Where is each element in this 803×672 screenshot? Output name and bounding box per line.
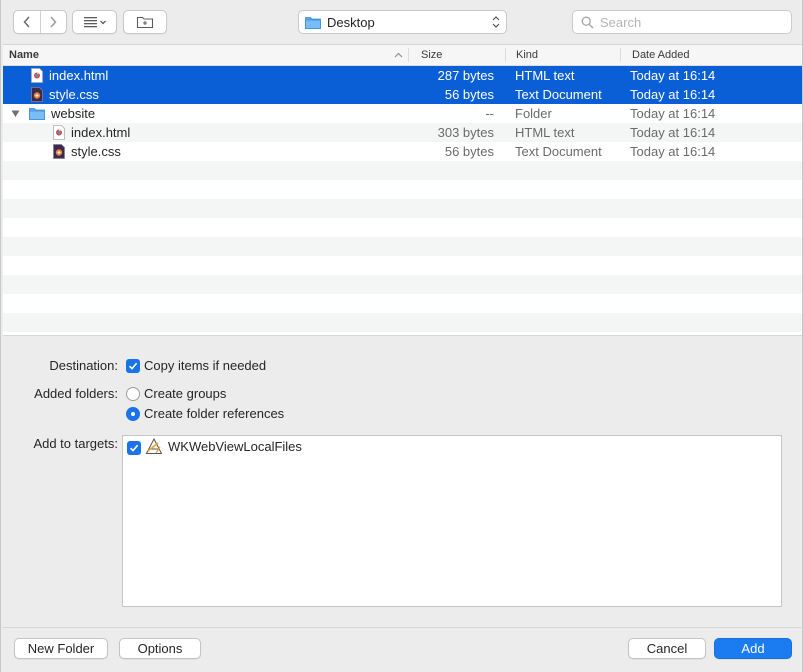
file-size: -- [485, 106, 494, 121]
file-date: Today at 16:14 [630, 144, 716, 159]
folder-icon [29, 106, 45, 121]
column-separator [620, 48, 621, 62]
kind-column-header[interactable]: Kind [516, 45, 538, 65]
sort-ascending-icon [394, 52, 403, 58]
add-to-targets-label: Add to targets: [33, 436, 118, 451]
chevron-updown-icon [492, 16, 500, 28]
search-placeholder: Search [600, 14, 642, 30]
checkmark-icon [128, 362, 138, 370]
file-name: index.html [49, 68, 109, 83]
file-size: 287 bytes [437, 68, 494, 83]
target-checkbox[interactable] [127, 441, 141, 455]
file-date: Today at 16:14 [630, 125, 716, 140]
empty-row [3, 161, 802, 180]
add-button[interactable]: Add [714, 638, 792, 659]
added-folders-label: Added folders: [34, 386, 118, 401]
file-row[interactable]: index.html 303 bytes HTML text Today at … [3, 123, 802, 142]
empty-row [3, 294, 802, 313]
folder-icon [305, 16, 321, 29]
file-row[interactable]: style.css 56 bytes Text Document Today a… [3, 85, 802, 104]
create-folder-references-radio[interactable] [126, 407, 140, 421]
checkmark-icon [129, 444, 139, 452]
chevron-right-icon [50, 16, 57, 28]
html-file-icon [53, 125, 65, 140]
file-rows: index.html 287 bytes HTML text Today at … [3, 66, 802, 335]
name-column-header[interactable]: Name [9, 45, 39, 65]
empty-row [3, 332, 802, 335]
column-header: Name Size Kind Date Added [3, 45, 802, 66]
file-date: Today at 16:14 [630, 68, 716, 83]
search-field[interactable]: Search [572, 10, 792, 34]
file-date: Today at 16:14 [630, 106, 716, 121]
targets-list: WKWebViewLocalFiles [122, 435, 782, 607]
view-mode-button[interactable] [72, 10, 117, 34]
new-folder-button[interactable]: New Folder [14, 638, 108, 659]
nav-buttons [13, 10, 67, 34]
location-label: Desktop [327, 14, 375, 30]
disclosure-triangle-icon[interactable] [11, 110, 20, 118]
date-column-header[interactable]: Date Added [632, 45, 690, 65]
file-kind: HTML text [515, 125, 575, 140]
css-file-icon [53, 144, 65, 159]
file-kind: Text Document [515, 87, 602, 102]
html-file-icon [31, 68, 43, 83]
file-row[interactable]: index.html 287 bytes HTML text Today at … [3, 66, 802, 85]
file-kind: Text Document [515, 144, 602, 159]
open-panel-window: Desktop Search Name Size Kind Date Added [0, 0, 803, 672]
empty-row [3, 199, 802, 218]
file-date: Today at 16:14 [630, 87, 716, 102]
file-size: 56 bytes [444, 144, 494, 159]
forward-button[interactable] [41, 11, 67, 33]
empty-row [3, 275, 802, 294]
folder-row[interactable]: website -- Folder Today at 16:14 [3, 104, 802, 123]
options-button[interactable]: Options [119, 638, 201, 659]
new-folder-icon [136, 16, 154, 29]
file-size: 303 bytes [437, 125, 494, 140]
copy-items-label[interactable]: Copy items if needed [144, 358, 266, 373]
target-name: WKWebViewLocalFiles [168, 439, 302, 454]
css-file-icon [31, 87, 43, 102]
file-name: style.css [71, 144, 121, 159]
file-list: Name Size Kind Date Added index.html 287… [3, 44, 802, 336]
file-kind: Folder [515, 106, 552, 121]
column-separator [408, 48, 409, 62]
size-column-header[interactable]: Size [421, 45, 442, 65]
empty-row [3, 313, 802, 332]
cancel-button[interactable]: Cancel [628, 638, 706, 659]
create-folder-references-label[interactable]: Create folder references [144, 406, 284, 421]
create-groups-radio[interactable] [126, 387, 140, 401]
column-separator [505, 48, 506, 62]
empty-row [3, 218, 802, 237]
destination-label: Destination: [49, 358, 118, 373]
app-target-icon [145, 438, 163, 454]
list-view-icon [83, 17, 106, 28]
copy-items-checkbox[interactable] [126, 359, 140, 373]
file-kind: HTML text [515, 68, 575, 83]
empty-row [3, 256, 802, 275]
file-name: style.css [49, 87, 99, 102]
file-size: 56 bytes [444, 87, 494, 102]
file-row[interactable]: style.css 56 bytes Text Document Today a… [3, 142, 802, 161]
toolbar: Desktop Search [1, 0, 803, 44]
file-name: index.html [71, 125, 131, 140]
chevron-left-icon [23, 16, 30, 28]
empty-row [3, 180, 802, 199]
new-folder-toolbar-button[interactable] [123, 10, 167, 34]
folder-name: website [51, 106, 96, 121]
create-groups-label[interactable]: Create groups [144, 386, 226, 401]
back-button[interactable] [14, 11, 40, 33]
location-popup[interactable]: Desktop [298, 10, 507, 34]
empty-row [3, 237, 802, 256]
bottom-divider [2, 627, 803, 628]
search-icon [581, 16, 594, 28]
